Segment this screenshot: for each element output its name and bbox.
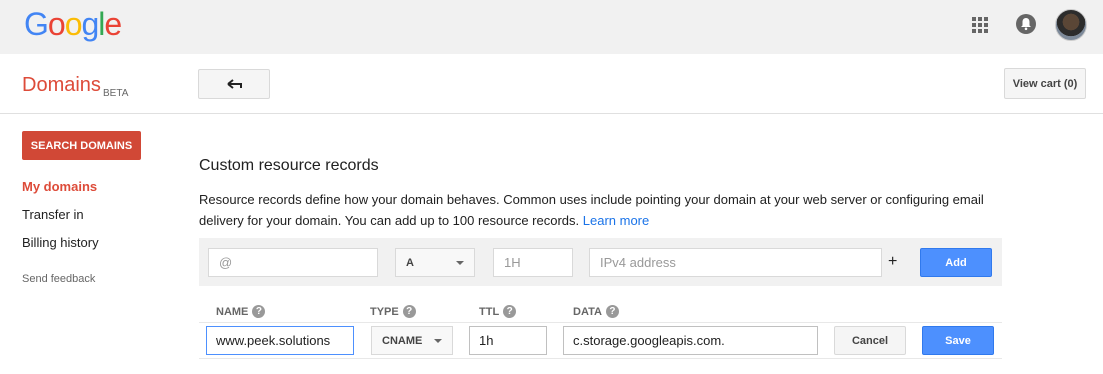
back-button[interactable] [198, 69, 270, 99]
sub-header: Domains BETA View cart (0) [0, 54, 1103, 114]
edit-name-input[interactable]: www.peek.solutions [206, 326, 354, 355]
view-cart-button[interactable]: View cart (0) [1004, 68, 1086, 99]
data-input[interactable]: IPv4 address [589, 248, 882, 277]
column-header-name: NAME ? [216, 305, 266, 318]
logo-letter: o [47, 6, 66, 42]
type-select[interactable]: A [395, 248, 475, 277]
learn-more-link[interactable]: Learn more [583, 213, 649, 228]
sidebar-item-transfer-in[interactable]: Transfer in [22, 207, 84, 222]
sidebar-item-billing-history[interactable]: Billing history [22, 235, 99, 250]
search-domains-button[interactable]: SEARCH DOMAINS [22, 131, 141, 160]
edit-ttl-input[interactable]: 1h [469, 326, 547, 355]
add-more-icon[interactable]: + [888, 253, 897, 271]
google-logo[interactable]: Google [24, 6, 122, 43]
type-select-value: A [406, 256, 414, 269]
send-feedback-link[interactable]: Send feedback [22, 273, 95, 285]
logo-letter: e [104, 6, 122, 42]
description: Resource records define how your domain … [199, 189, 999, 231]
chevron-down-icon [434, 339, 442, 343]
edit-type-select-value: CNAME [382, 334, 423, 347]
name-input[interactable]: @ [208, 248, 378, 277]
avatar[interactable] [1055, 9, 1087, 41]
logo-letter: g [81, 6, 99, 42]
help-icon[interactable]: ? [402, 305, 416, 318]
app-title[interactable]: Domains [22, 74, 101, 97]
help-icon[interactable]: ? [252, 305, 266, 318]
apps-grid-icon[interactable] [972, 17, 988, 33]
bell-icon[interactable] [1016, 14, 1036, 34]
ttl-input[interactable]: 1H [493, 248, 573, 277]
help-icon[interactable]: ? [605, 305, 619, 318]
save-button[interactable]: Save [922, 326, 994, 355]
chevron-down-icon [456, 261, 464, 265]
column-header-label: DATA [573, 305, 602, 318]
logo-letter: G [24, 6, 49, 42]
column-header-label: TYPE [370, 305, 399, 318]
edit-type-select[interactable]: CNAME [371, 326, 453, 355]
column-header-label: TTL [479, 305, 500, 318]
beta-badge: BETA [103, 88, 129, 99]
column-header-data: DATA ? [573, 305, 619, 318]
divider [199, 358, 1002, 359]
divider [199, 322, 1002, 323]
logo-letter: o [64, 6, 83, 42]
sidebar-item-my-domains[interactable]: My domains [22, 179, 97, 194]
add-button[interactable]: Add [920, 248, 992, 277]
edit-data-input[interactable]: c.storage.googleapis.com. [563, 326, 818, 355]
cancel-button[interactable]: Cancel [834, 326, 906, 355]
back-arrow-icon [227, 79, 242, 89]
column-header-type: TYPE ? [370, 305, 416, 318]
column-header-label: NAME [216, 305, 249, 318]
top-bar: Google [0, 0, 1103, 54]
help-icon[interactable]: ? [503, 305, 517, 318]
column-header-ttl: TTL ? [479, 305, 517, 318]
section-title: Custom resource records [199, 157, 379, 174]
